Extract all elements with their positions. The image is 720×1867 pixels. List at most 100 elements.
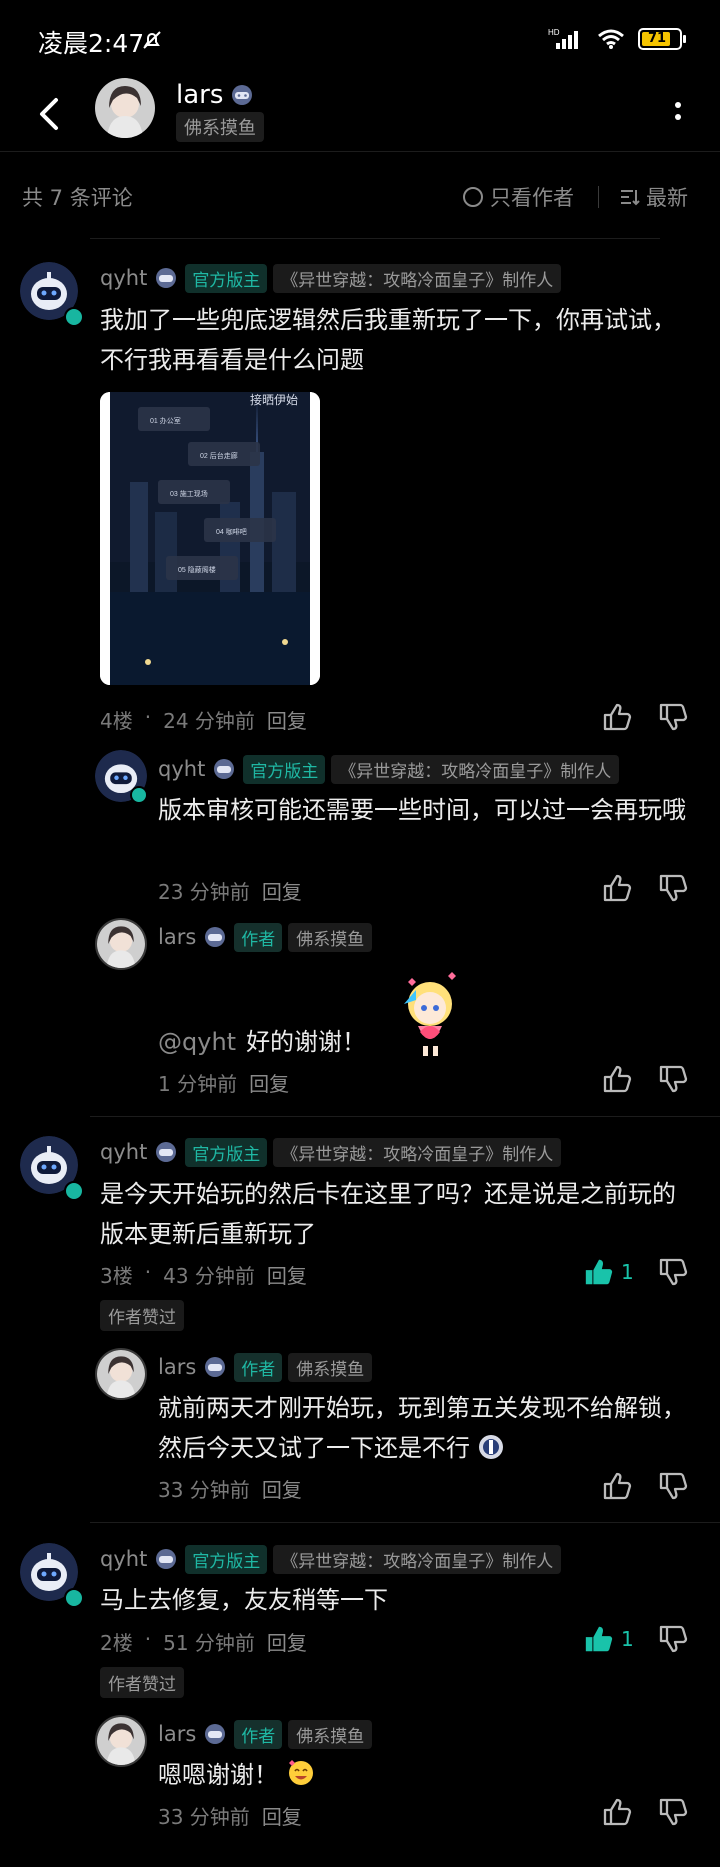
divider	[90, 1116, 720, 1117]
comment-image[interactable]: 接晒伊始 01 办公室 02 后台走廊 03 施工现场 04 咖啡吧 05 隐蔽…	[100, 392, 320, 685]
reply-text-body: 好的谢谢！	[246, 1028, 367, 1056]
reply-text: 版本审核可能还需要一些时间，可以过一会再玩哦	[158, 796, 686, 824]
time-label: 23 分钟前	[158, 880, 250, 904]
comment-count: 共 7 条评论	[22, 186, 133, 210]
radio-circle-icon	[463, 187, 483, 207]
reply-button[interactable]: 回复	[267, 1627, 307, 1656]
reply-meta: 33 分钟前 回复	[158, 1474, 302, 1503]
comment-text: 马上去修复，友友稍等一下	[100, 1586, 388, 1614]
comment-username[interactable]: qyht	[100, 266, 147, 290]
header-username[interactable]: lars	[176, 80, 223, 110]
title-badge: 《异世穿越：攻略冷面皇子》制作人	[273, 263, 562, 293]
verified-check-icon	[64, 1588, 84, 1608]
time-label: 33 分钟前	[158, 1478, 250, 1502]
like-count: 1	[621, 1627, 634, 1651]
author-badge: 作者	[234, 1719, 283, 1749]
time-label: 33 分钟前	[158, 1805, 250, 1829]
network-badge: HD	[548, 28, 560, 37]
comment-meta: 4楼 · 24 分钟前 回复	[100, 705, 307, 734]
user-avatar[interactable]	[95, 1715, 147, 1767]
thumbs-up-filled-icon	[585, 1626, 613, 1652]
thumbs-up-icon[interactable]	[601, 700, 635, 734]
comment-username[interactable]: qyht	[100, 1547, 147, 1571]
image-menu-item: 05 隐蔽阁楼	[178, 565, 216, 574]
reply-meta: 23 分钟前 回复	[158, 876, 302, 905]
like-button[interactable]: 1	[583, 1622, 643, 1656]
comment-username[interactable]: qyht	[100, 1140, 147, 1164]
divider	[90, 238, 660, 239]
battery-level: 71	[648, 31, 667, 46]
header: lars 佛系摸鱼	[0, 72, 720, 152]
header-avatar[interactable]	[95, 78, 155, 138]
like-count: 1	[621, 1260, 634, 1284]
thumbs-up-icon[interactable]	[601, 871, 635, 905]
time-label: 51 分钟前	[163, 1631, 255, 1655]
sort-icon	[621, 190, 640, 206]
reply-button[interactable]: 回复	[267, 705, 307, 734]
thumbs-up-icon[interactable]	[601, 1469, 635, 1503]
comment-meta: 3楼 · 43 分钟前 回复	[100, 1260, 307, 1289]
thumbs-up-icon[interactable]	[601, 1062, 635, 1096]
comment-text: 我加了一些兜底逻辑然后我重新玩了一下，你再试试，不行我再看看是什么问题	[100, 306, 676, 374]
reply-text: @qyht 好的谢谢！	[158, 1022, 558, 1062]
reply-button[interactable]: 回复	[249, 1068, 289, 1097]
like-button[interactable]: 1	[583, 1255, 643, 1289]
gamepad-badge-icon	[205, 1357, 226, 1377]
back-icon[interactable]	[30, 92, 70, 136]
gamepad-badge-icon	[205, 1724, 226, 1744]
reply-button[interactable]: 回复	[262, 1801, 302, 1830]
verified-check-icon	[64, 1181, 84, 1201]
verified-check-icon	[64, 307, 84, 327]
thumbs-up-filled-icon	[585, 1259, 613, 1285]
image-header-text: 接晒伊始	[250, 392, 298, 407]
user-avatar[interactable]	[95, 918, 147, 970]
sort-latest-label: 最新	[646, 186, 688, 210]
role-badge: 官方版主	[185, 263, 268, 293]
reply-username[interactable]: lars	[158, 1722, 196, 1746]
reply-username[interactable]: lars	[158, 1355, 196, 1379]
gamepad-badge-icon	[156, 1549, 177, 1569]
comment-meta: 2楼 · 51 分钟前 回复	[100, 1627, 307, 1656]
mute-bell-icon	[143, 31, 161, 49]
floor-label: 2楼	[100, 1631, 133, 1655]
reply-text-body: 嗯嗯谢谢！	[158, 1761, 278, 1789]
reply-username[interactable]: lars	[158, 925, 196, 949]
mention-link[interactable]: @qyht	[158, 1028, 236, 1056]
gamepad-badge-icon	[156, 268, 177, 288]
thumbs-down-icon[interactable]	[657, 1469, 691, 1503]
thumbs-down-icon[interactable]	[657, 1622, 691, 1656]
thumbs-down-icon[interactable]	[657, 1255, 691, 1289]
only-author-label: 只看作者	[490, 186, 574, 210]
header-tag: 佛系摸鱼	[176, 112, 264, 142]
reply-meta: 1 分钟前 回复	[158, 1068, 289, 1097]
reply-username[interactable]: qyht	[158, 757, 205, 781]
image-menu-item: 01 办公室	[150, 416, 181, 425]
thumbs-down-icon[interactable]	[657, 871, 691, 905]
time-label: 24 分钟前	[163, 709, 255, 733]
image-menu-item: 03 施工现场	[170, 489, 208, 498]
divider	[90, 1522, 720, 1523]
time-label: 1 分钟前	[158, 1072, 238, 1096]
reply-text-body: 就前两天才刚开始玩，玩到第五关发现不给解锁，然后今天又试了一下还是不行	[158, 1394, 686, 1462]
thumbs-down-icon[interactable]	[657, 1795, 691, 1829]
gamepad-badge-icon	[156, 1142, 177, 1162]
sort-latest-button[interactable]: 最新	[618, 182, 688, 212]
author-liked-badge: 作者赞过	[100, 1300, 184, 1331]
role-badge: 官方版主	[243, 754, 326, 784]
more-menu-icon[interactable]	[666, 92, 690, 132]
time-label: 43 分钟前	[163, 1264, 255, 1288]
reply-meta: 33 分钟前 回复	[158, 1801, 302, 1830]
only-author-toggle[interactable]: 只看作者	[462, 182, 574, 212]
user-avatar[interactable]	[95, 1348, 147, 1400]
reply-button[interactable]: 回复	[267, 1260, 307, 1289]
title-badge: 《异世穿越：攻略冷面皇子》制作人	[331, 754, 620, 784]
floor-label: 3楼	[100, 1264, 133, 1288]
thumbs-down-icon[interactable]	[657, 1062, 691, 1096]
comment-text: 是今天开始玩的然后卡在这里了吗？还是说是之前玩的版本更新后重新玩了	[100, 1180, 676, 1248]
reply-button[interactable]: 回复	[262, 1474, 302, 1503]
reply-button[interactable]: 回复	[262, 876, 302, 905]
title-badge: 佛系摸鱼	[288, 922, 373, 952]
thumbs-down-icon[interactable]	[657, 700, 691, 734]
author-badge: 作者	[234, 922, 283, 952]
thumbs-up-icon[interactable]	[601, 1795, 635, 1829]
